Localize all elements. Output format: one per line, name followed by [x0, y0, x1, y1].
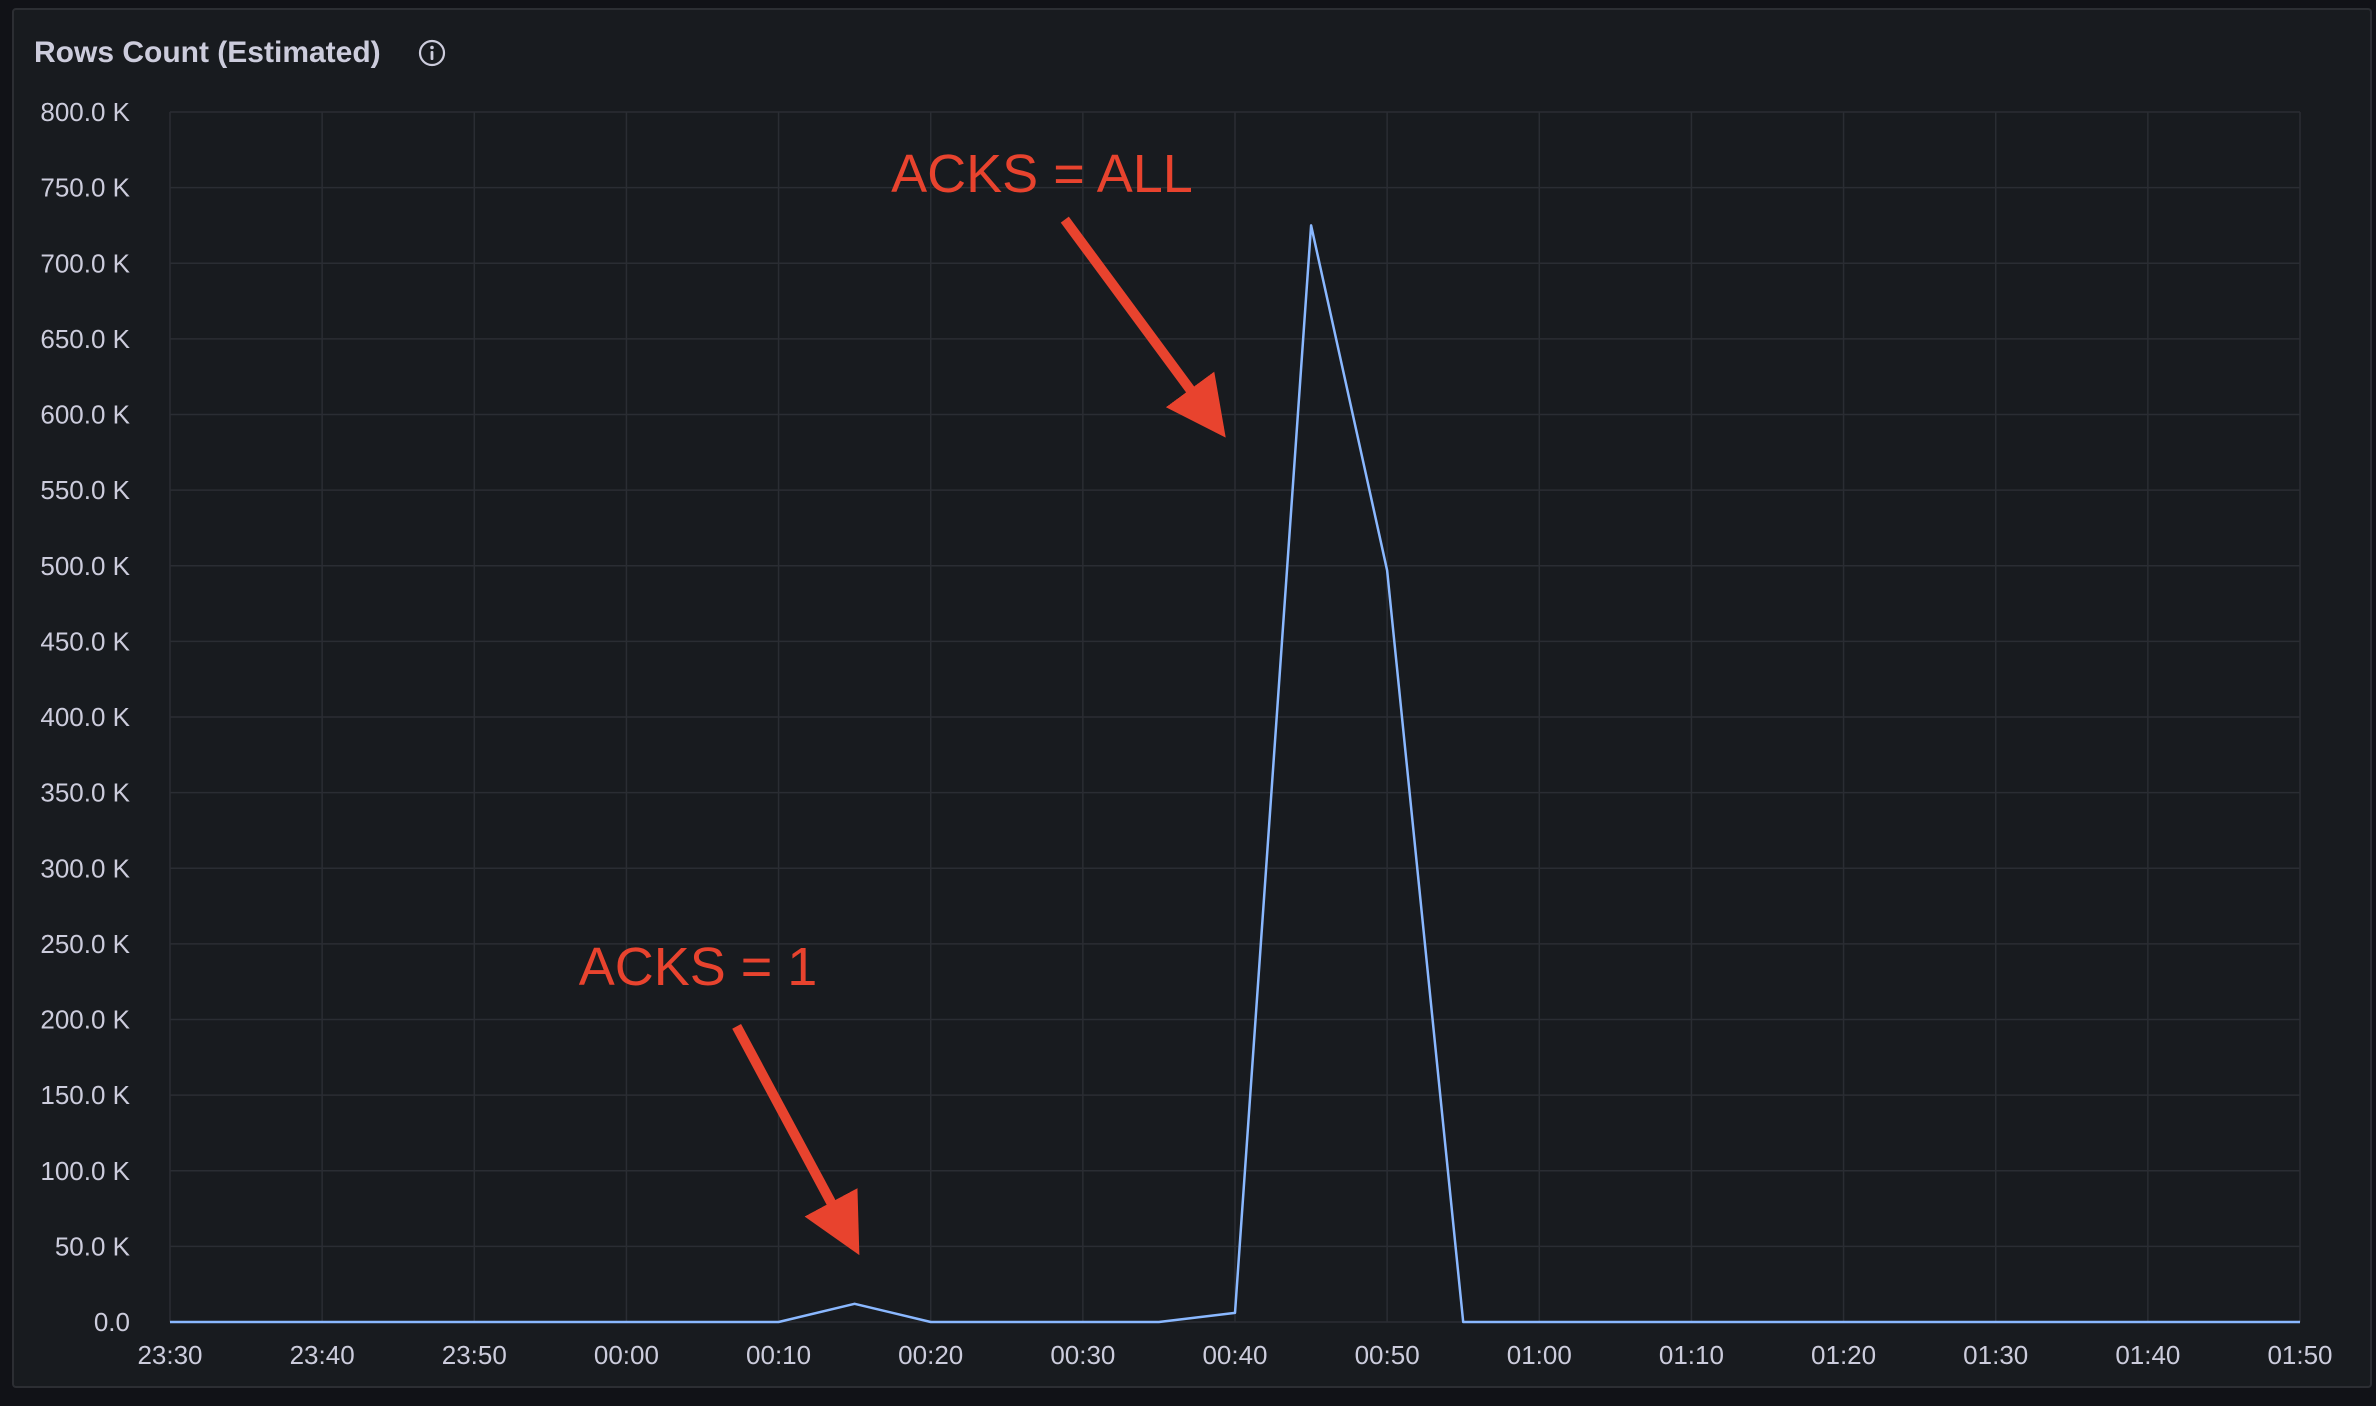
x-tick-label: 01:40	[2115, 1340, 2180, 1370]
y-tick-label: 500.0 K	[40, 551, 130, 581]
y-tick-label: 150.0 K	[40, 1080, 130, 1110]
y-tick-label: 600.0 K	[40, 400, 130, 430]
annotation-label: ACKS = ALL	[891, 144, 1193, 204]
y-tick-label: 0.0	[94, 1307, 130, 1337]
y-tick-label: 100.0 K	[40, 1156, 130, 1186]
y-tick-label: 550.0 K	[40, 475, 130, 505]
x-tick-label: 00:20	[898, 1340, 963, 1370]
x-tick-label: 01:50	[2267, 1340, 2332, 1370]
x-tick-label: 00:00	[594, 1340, 659, 1370]
x-tick-label: 01:20	[1811, 1340, 1876, 1370]
y-tick-label: 400.0 K	[40, 702, 130, 732]
x-tick-label: 00:50	[1355, 1340, 1420, 1370]
y-tick-label: 650.0 K	[40, 324, 130, 354]
y-tick-label: 300.0 K	[40, 853, 130, 883]
annotation-arrow	[732, 1024, 860, 1256]
y-tick-label: 50.0 K	[55, 1231, 131, 1261]
line-chart: 0.0 50.0 K 100.0 K 150.0 K 200.0 K 250.0 K 300…	[40, 97, 2332, 1370]
x-tick-label: 23:40	[290, 1340, 355, 1370]
y-tick-label: 250.0 K	[40, 929, 130, 959]
y-tick-label: 800.0 K	[40, 97, 130, 127]
y-tick-label: 200.0 K	[40, 1005, 130, 1035]
y-tick-label: 450.0 K	[40, 626, 130, 656]
x-tick-label: 23:30	[137, 1340, 202, 1370]
y-tick-label: 750.0 K	[40, 173, 130, 203]
y-tick-label: 700.0 K	[40, 248, 130, 278]
x-tick-label: 01:00	[1507, 1340, 1572, 1370]
x-tick-label: 00:40	[1202, 1340, 1267, 1370]
x-tick-label: 01:30	[1963, 1340, 2028, 1370]
x-tick-label: 00:30	[1050, 1340, 1115, 1370]
annotation-arrow	[1060, 216, 1226, 438]
x-tick-label: 01:10	[1659, 1340, 1724, 1370]
y-tick-label: 350.0 K	[40, 778, 130, 808]
annotation-label: ACKS = 1	[579, 937, 818, 997]
x-tick-label: 00:10	[746, 1340, 811, 1370]
x-tick-label: 23:50	[442, 1340, 507, 1370]
